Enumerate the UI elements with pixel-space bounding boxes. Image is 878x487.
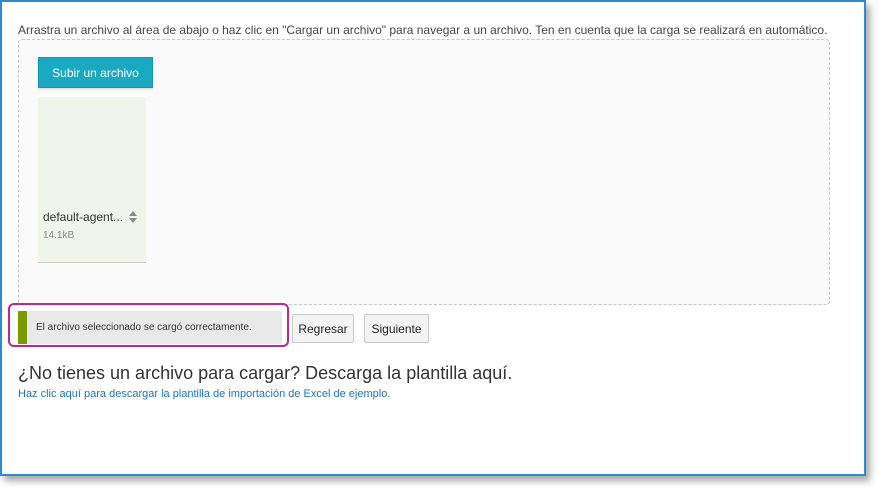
uploaded-file-card: default-agent... 14.1kB [38,97,146,263]
download-template-link[interactable]: Haz clic aquí para descargar la plantill… [18,388,390,400]
status-highlight-outline [8,303,289,347]
upload-instructions: Arrastra un archivo al área de abajo o h… [18,23,828,37]
file-name: default-agent... [43,210,124,224]
back-button[interactable]: Regresar [292,314,354,343]
dialog-window: Arrastra un archivo al área de abajo o h… [0,0,866,476]
sort-icon[interactable] [128,210,138,224]
template-heading: ¿No tienes un archivo para cargar? Desca… [18,363,513,383]
file-size: 14.1kB [43,230,75,241]
next-button[interactable]: Siguiente [364,314,429,343]
upload-file-button[interactable]: Subir un archivo [38,57,153,88]
